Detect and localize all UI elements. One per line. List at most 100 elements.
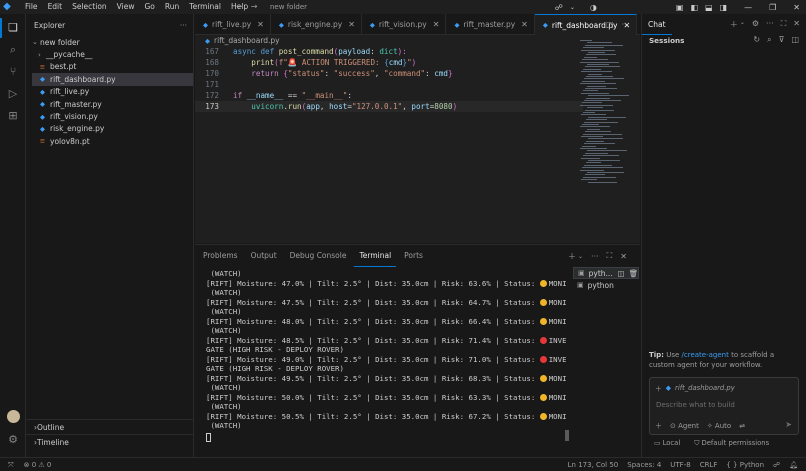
- tree-item-yolov8n[interactable]: ≡ yolov8n.pt: [32, 135, 193, 147]
- maximize-panel-icon[interactable]: ⛶: [607, 251, 613, 261]
- notifications-bell-icon[interactable]: 🔔︎: [789, 458, 798, 471]
- language-mode[interactable]: { } Python: [726, 458, 764, 471]
- minimize-icon[interactable]: —: [744, 3, 752, 12]
- source-control-icon[interactable]: ⑂: [5, 64, 21, 80]
- tab-risk-engine[interactable]: ◆ risk_engine.py ✕: [271, 14, 362, 35]
- tree-item-best-pt[interactable]: ≡ best.pt: [32, 61, 193, 73]
- copilot-icon[interactable]: ☍: [555, 3, 563, 12]
- close-window-icon[interactable]: ✕: [793, 3, 800, 12]
- tree-item-risk-engine[interactable]: ◆ risk_engine.py: [32, 123, 193, 135]
- problems-status[interactable]: ⊗ 0 ⚠ 0: [24, 458, 52, 471]
- terminal-item-1[interactable]: ▣ pyth... ◫ 🗑: [573, 267, 639, 279]
- encoding[interactable]: UTF-8: [670, 458, 690, 471]
- breadcrumb[interactable]: ◆ rift_dashboard.py: [205, 35, 280, 46]
- close-tab-icon[interactable]: ✕: [348, 20, 355, 29]
- model-picker[interactable]: ✧ Auto: [707, 422, 731, 430]
- tools-icon[interactable]: ⇌: [739, 422, 745, 430]
- filter-icon[interactable]: ⊽: [779, 35, 785, 45]
- close-tab-icon[interactable]: ✕: [521, 20, 528, 29]
- tab-ports[interactable]: Ports: [399, 245, 428, 267]
- tree-item-rift-master[interactable]: ◆ rift_master.py: [32, 98, 193, 110]
- remote-icon[interactable]: ⤧: [8, 458, 14, 471]
- context-attachment[interactable]: ＋ ◆ rift_dashboard.py: [655, 383, 735, 393]
- copilot-status-icon[interactable]: ☍: [773, 458, 780, 471]
- gear-icon[interactable]: ⚙: [752, 19, 759, 30]
- command-center-search[interactable]: new folder: [270, 0, 307, 14]
- more-actions-icon[interactable]: ···: [766, 19, 774, 30]
- indentation[interactable]: Spaces: 4: [627, 458, 661, 471]
- close-tab-icon[interactable]: ✕: [257, 20, 264, 29]
- account-avatar-icon[interactable]: [5, 410, 21, 426]
- minimap[interactable]: [580, 40, 632, 240]
- close-tab-icon[interactable]: ✕: [433, 20, 440, 29]
- run-debug-icon[interactable]: ▷: [5, 86, 21, 102]
- outline-section[interactable]: › Outline: [26, 419, 193, 434]
- tree-item-pycache[interactable]: › __pycache__: [32, 48, 193, 60]
- refresh-icon[interactable]: ↻: [753, 35, 760, 45]
- toggle-sidebar-icon[interactable]: ◧: [690, 3, 698, 12]
- tab-output[interactable]: Output: [246, 245, 282, 267]
- timeline-section[interactable]: › Timeline: [26, 434, 193, 449]
- new-chat-icon[interactable]: ＋: [730, 19, 738, 30]
- more-actions-icon[interactable]: ···: [180, 21, 187, 30]
- tab-rift-master[interactable]: ◆ rift_master.py ✕: [446, 14, 535, 35]
- menu-go[interactable]: Go: [139, 0, 159, 14]
- tab-rift-live[interactable]: ◆ rift_live.py ✕: [195, 14, 271, 35]
- chevron-down-icon[interactable]: ⌄: [578, 253, 583, 260]
- folder-new-folder[interactable]: ⌄ new folder: [32, 36, 193, 48]
- toggle-primary-sidebar-icon[interactable]: ▣: [676, 3, 684, 12]
- maximize-icon[interactable]: ⛶: [781, 19, 787, 30]
- chat-input[interactable]: Describe what to build: [656, 401, 735, 409]
- agent-mode-picker[interactable]: ⊙ Agent: [670, 422, 699, 430]
- chevron-down-icon[interactable]: ⌄: [740, 19, 745, 30]
- toggle-view-icon[interactable]: ◫: [791, 35, 799, 45]
- tree-item-rift-vision[interactable]: ◆ rift_vision.py: [32, 110, 193, 122]
- close-panel-icon[interactable]: ✕: [620, 252, 627, 261]
- trash-icon[interactable]: 🗑: [629, 269, 639, 278]
- settings-gear-icon[interactable]: ⚙: [5, 432, 21, 448]
- chevron-down-icon[interactable]: ⌄: [570, 4, 575, 11]
- menu-view[interactable]: View: [112, 0, 140, 14]
- tab-problems[interactable]: Problems: [198, 245, 243, 267]
- menu-edit[interactable]: Edit: [43, 0, 68, 14]
- new-terminal-icon[interactable]: ＋: [568, 251, 576, 262]
- explorer-files-icon[interactable]: ❏: [0, 18, 21, 38]
- send-icon[interactable]: ➤: [785, 420, 792, 429]
- session-target-picker[interactable]: ▭ Local: [654, 439, 680, 448]
- permissions-picker[interactable]: ⛉ Default permissions: [694, 439, 769, 448]
- create-agent-link[interactable]: /create-agent: [682, 351, 729, 359]
- chat-title[interactable]: Chat: [642, 14, 672, 35]
- restore-icon[interactable]: ❐: [769, 3, 776, 12]
- tab-rift-vision[interactable]: ◆ rift_vision.py ✕: [362, 14, 447, 35]
- menu-selection[interactable]: Selection: [67, 0, 112, 14]
- close-icon[interactable]: ✕: [793, 19, 800, 30]
- search-icon[interactable]: ⌕: [5, 42, 21, 58]
- menu-file[interactable]: File: [20, 0, 43, 14]
- search-icon[interactable]: ⌕: [767, 35, 771, 45]
- forward-arrow-icon[interactable]: →: [251, 0, 258, 14]
- terminal-scrollbar[interactable]: [565, 430, 569, 441]
- toggle-secondary-sidebar-icon[interactable]: ◨: [720, 3, 728, 12]
- code-editor[interactable]: ◆ rift_dashboard.py 167 async def post_co…: [195, 35, 640, 243]
- split-editor-icon[interactable]: ◫: [606, 20, 614, 29]
- tree-item-rift-live[interactable]: ◆ rift_live.py: [32, 86, 193, 98]
- end-of-line[interactable]: CRLF: [700, 458, 718, 471]
- back-arrow-icon[interactable]: ←: [236, 0, 243, 14]
- accounts-status-icon[interactable]: ◑: [590, 3, 597, 12]
- chat-input-box[interactable]: ＋ ◆ rift_dashboard.py Describe what to b…: [649, 377, 799, 435]
- more-actions-icon[interactable]: ···: [591, 252, 599, 261]
- tree-item-rift-dashboard[interactable]: ◆ rift_dashboard.py: [32, 73, 193, 86]
- attach-icon[interactable]: ＋: [655, 421, 662, 431]
- tab-terminal[interactable]: Terminal: [354, 245, 397, 267]
- terminal-output[interactable]: (WATCH) [RIFT] Moisture: 47.0% | Tilt: 2.…: [206, 269, 566, 449]
- cursor-position[interactable]: Ln 173, Col 50: [568, 458, 619, 471]
- terminal-item-2[interactable]: ▣ python: [573, 279, 639, 291]
- menu-run[interactable]: Run: [160, 0, 184, 14]
- menu-terminal[interactable]: Terminal: [184, 0, 226, 14]
- split-terminal-icon[interactable]: ◫: [618, 269, 625, 278]
- add-context-icon[interactable]: ＋: [655, 383, 662, 393]
- more-actions-icon[interactable]: ···: [622, 20, 630, 29]
- tab-debug-console[interactable]: Debug Console: [285, 245, 352, 267]
- toggle-panel-icon[interactable]: ⬓: [705, 3, 713, 12]
- extensions-icon[interactable]: ⊞: [5, 108, 21, 124]
